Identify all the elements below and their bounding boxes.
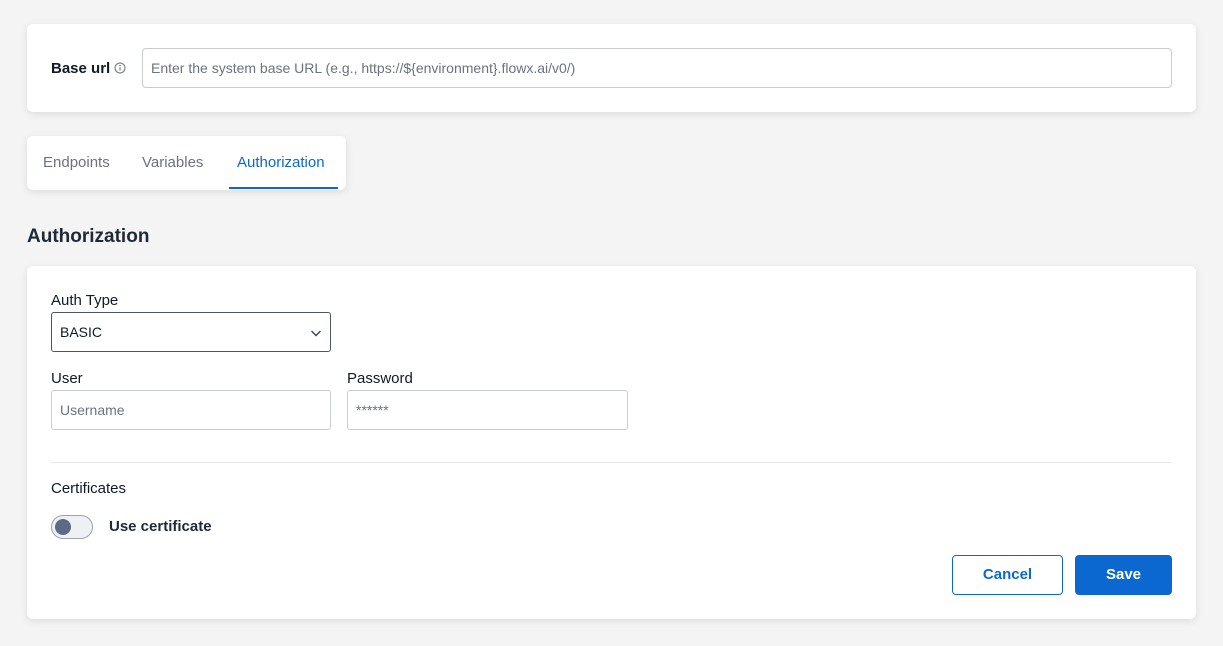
auth-type-value: BASIC	[60, 324, 103, 340]
use-certificate-label: Use certificate	[109, 518, 212, 535]
chevron-down-icon	[311, 330, 321, 337]
tab-endpoints[interactable]: Endpoints	[43, 136, 110, 190]
base-url-input[interactable]	[142, 48, 1172, 88]
authorization-card: Auth Type BASIC User Password Certificat…	[27, 266, 1196, 619]
base-url-label: Base url	[51, 60, 111, 77]
use-certificate-toggle[interactable]	[51, 515, 93, 539]
page-title: Authorization	[27, 226, 150, 247]
user-label: User	[51, 370, 83, 387]
password-label: Password	[347, 370, 413, 387]
tab-variables[interactable]: Variables	[142, 136, 203, 190]
auth-type-label: Auth Type	[51, 292, 119, 309]
auth-type-select[interactable]: BASIC	[51, 312, 331, 352]
certificates-label: Certificates	[51, 480, 127, 497]
info-circle-icon[interactable]	[114, 62, 126, 74]
toggle-knob	[55, 519, 71, 535]
active-tab-indicator	[229, 187, 338, 189]
divider	[51, 462, 1172, 463]
cancel-button[interactable]: Cancel	[952, 555, 1063, 595]
password-input[interactable]	[347, 390, 628, 430]
save-button[interactable]: Save	[1075, 555, 1172, 595]
tab-authorization[interactable]: Authorization	[237, 136, 325, 190]
tab-bar: Endpoints Variables Authorization	[27, 136, 346, 190]
username-input[interactable]	[51, 390, 331, 430]
base-url-card: Base url	[27, 24, 1196, 112]
